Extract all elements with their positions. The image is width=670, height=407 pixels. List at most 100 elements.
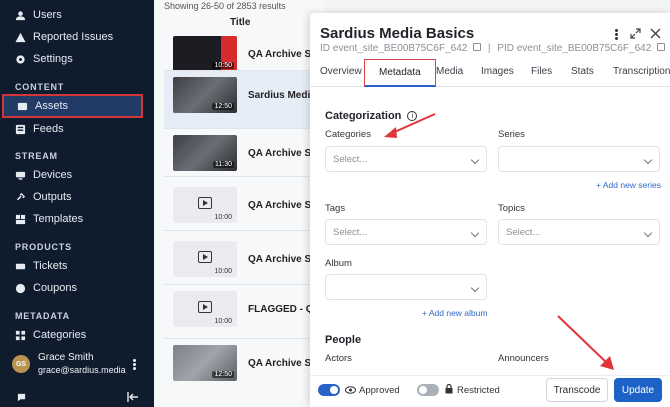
feeds-icon (14, 123, 26, 135)
avatar: GS (12, 355, 30, 373)
panel-title: Sardius Media Basics (320, 25, 475, 42)
thumbnail: 10:00 (173, 291, 237, 327)
chevron-down-icon (470, 283, 480, 293)
coupon-icon (14, 282, 26, 294)
people-heading: People (325, 334, 362, 346)
play-icon (198, 197, 212, 209)
chevron-down-icon (470, 155, 480, 165)
panel-footer: Approved Restricted Transcode Update (310, 375, 670, 407)
tab-overview[interactable]: Overview (320, 66, 362, 77)
sidebar-item-label: Users (33, 9, 62, 21)
section-heading-content: CONTENT (15, 82, 65, 92)
lock-icon (445, 384, 453, 394)
duration: 10:50 (212, 62, 234, 69)
sidebar-item-assets[interactable]: Assets (2, 94, 143, 118)
sidebar-item-label: Coupons (33, 282, 78, 294)
panel-toolbar (610, 27, 666, 43)
section-heading-products: PRODUCTS (15, 242, 72, 252)
template-icon (14, 213, 26, 225)
approved-toggle[interactable] (318, 384, 340, 396)
categories-label: Categories (325, 129, 371, 140)
sidebar-item-label: Settings (33, 53, 73, 65)
chevron-down-icon (643, 155, 653, 165)
eye-icon (345, 386, 356, 394)
thumbnail: 11:30 (173, 135, 237, 171)
chat-icon[interactable] (17, 393, 26, 402)
sidebar-item-feeds[interactable]: Feeds (0, 118, 154, 140)
tab-images[interactable]: Images (481, 66, 514, 77)
announcers-label: Announcers (498, 353, 549, 364)
play-icon (198, 301, 212, 313)
asset-pid: PID event_site_BE00B75C6F_642 (497, 43, 652, 54)
topics-label: Topics (498, 203, 525, 214)
copy-id-icon[interactable] (473, 43, 482, 51)
tab-metadata[interactable]: Metadata (364, 59, 436, 87)
tab-media[interactable]: Media (436, 66, 463, 77)
series-label: Series (498, 129, 525, 140)
sidebar-item-devices[interactable]: Devices (0, 164, 154, 186)
add-new-series-link[interactable]: + Add new series (596, 180, 661, 190)
user-menu-icon[interactable] (130, 358, 138, 372)
copy-pid-icon[interactable] (657, 43, 666, 51)
duration: 10:00 (214, 268, 232, 275)
section-heading-stream: STREAM (15, 151, 58, 161)
sidebar-item-label: Outputs (33, 191, 72, 203)
duration: 10:00 (214, 214, 232, 221)
link-icon (14, 191, 26, 203)
annotation-arrow-update (557, 315, 614, 370)
ticket-icon (14, 260, 26, 272)
transcode-button[interactable]: Transcode (546, 378, 608, 402)
sidebar-item-settings[interactable]: Settings (0, 48, 154, 70)
tab-files[interactable]: Files (531, 66, 552, 77)
table-row[interactable]: 11:30 QA Archive Sett (164, 129, 324, 187)
thumbnail: 12:50 (173, 345, 237, 381)
play-icon (198, 251, 212, 263)
grid-icon (14, 329, 26, 341)
actors-label: Actors (325, 353, 352, 364)
restricted-label: Restricted (457, 385, 500, 396)
table-row[interactable]: 12:50 QA Archive Sett (164, 339, 324, 397)
sidebar-item-label: Feeds (33, 123, 64, 135)
sidebar-footer (0, 388, 154, 407)
panel-tabs: Overview Metadata Media Images Files Sta… (310, 59, 670, 87)
user-name: Grace Smith (38, 352, 94, 363)
sidebar-item-users[interactable]: Users (0, 4, 154, 26)
tab-stats[interactable]: Stats (571, 66, 594, 77)
sidebar-item-label: Devices (33, 169, 73, 181)
section-heading-metadata: METADATA (15, 311, 70, 321)
sidebar-item-label: Assets (35, 100, 69, 112)
user-email: grace@sardius.media (38, 365, 126, 375)
series-select[interactable] (498, 146, 660, 172)
collapse-sidebar-icon[interactable] (127, 392, 139, 402)
device-icon (14, 169, 26, 181)
gear-icon (14, 53, 26, 65)
sidebar-item-label: Templates (33, 213, 84, 225)
sidebar-item-outputs[interactable]: Outputs (0, 186, 154, 208)
tab-transcriptions[interactable]: Transcriptions (613, 66, 670, 77)
close-icon[interactable] (650, 28, 661, 39)
update-button[interactable]: Update (614, 378, 662, 402)
restricted-toggle[interactable] (417, 384, 439, 396)
more-options-icon[interactable] (615, 28, 619, 41)
sidebar-item-coupons[interactable]: Coupons (0, 277, 154, 299)
column-header-title[interactable]: Title (230, 17, 250, 28)
tags-select[interactable]: Select... (325, 219, 487, 245)
tags-placeholder: Select... (333, 227, 368, 238)
add-new-album-link[interactable]: + Add new album (422, 308, 487, 318)
thumbnail: 10:50 (173, 36, 237, 72)
sidebar-item-reported-issues[interactable]: Reported Issues (0, 26, 154, 48)
table-row[interactable]: 12:50 Sardius Media B (164, 71, 324, 129)
expand-icon[interactable] (630, 28, 641, 39)
album-select[interactable] (325, 274, 487, 300)
sidebar-item-templates[interactable]: Templates (0, 208, 154, 230)
results-count: Showing 26-50 of 2853 results (164, 1, 286, 11)
topics-select[interactable]: Select... (498, 219, 660, 245)
asset-list: Showing 26-50 of 2853 results Title 10:5… (154, 0, 324, 407)
sidebar-item-tickets[interactable]: Tickets (0, 255, 154, 277)
topics-placeholder: Select... (506, 227, 541, 238)
table-row[interactable]: 10:00 FLAGGED - QA A (164, 285, 324, 343)
sidebar-item-categories[interactable]: Categories (0, 324, 154, 346)
duration: 11:30 (213, 161, 234, 168)
duration: 10:00 (214, 318, 232, 325)
categories-select[interactable]: Select... (325, 146, 487, 172)
